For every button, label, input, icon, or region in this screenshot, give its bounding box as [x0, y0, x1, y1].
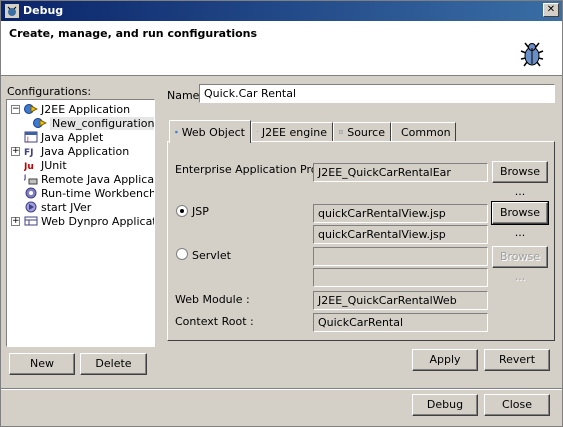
tab-label: Common: [401, 125, 451, 139]
tree-item-java-application[interactable]: + FJ Java Application: [11, 144, 129, 158]
delete-button[interactable]: Delete: [80, 353, 147, 375]
tree-item-label: JUnit: [41, 158, 67, 172]
tree-item-web-dynpro-application[interactable]: + Web Dynpro Application: [11, 214, 155, 228]
svg-text:Ju: Ju: [24, 162, 34, 171]
tab-web-object[interactable]: Web Object: [169, 120, 251, 143]
collapse-icon[interactable]: −: [11, 104, 20, 114]
web-module-label: Web Module :: [175, 293, 250, 306]
globe-icon: [175, 130, 178, 134]
applet-icon: J: [24, 131, 38, 143]
debug-dialog: Debug ✕ Create, manage, and run configur…: [0, 0, 563, 427]
debug-button[interactable]: Debug: [412, 394, 478, 416]
apply-button[interactable]: Apply: [412, 349, 478, 371]
tree-item-label: Run-time Workbench: [41, 186, 155, 200]
footer-separator: [1, 388, 562, 390]
tree-item-label: Remote Java Application: [41, 172, 155, 186]
jsp-radio[interactable]: [176, 205, 188, 217]
web-object-panel: Enterprise Application Project : J2EE_Qu…: [167, 141, 555, 341]
remote-java-icon: J: [24, 174, 38, 185]
configurations-label: Configurations:: [7, 85, 92, 98]
jsp-label[interactable]: JSP: [192, 205, 209, 218]
browse-servlet-button[interactable]: Browse ...: [492, 246, 548, 283]
tree-item-label: New_configuration: [50, 116, 155, 130]
engine-icon: [257, 131, 258, 133]
debug-bug-icon: [520, 42, 544, 67]
name-input[interactable]: Quick.Car Rental: [199, 84, 555, 103]
expand-icon[interactable]: +: [11, 146, 20, 156]
context-root-label: Context Root :: [175, 315, 254, 328]
svg-text:J: J: [26, 136, 29, 143]
servlet-field: [313, 247, 488, 266]
tree-item-junit[interactable]: Ju JUnit: [11, 158, 67, 172]
tree-item-new-configuration[interactable]: New_configuration: [33, 116, 155, 130]
enterprise-project-field: J2EE_QuickCarRentalEar: [313, 163, 488, 182]
tab-common[interactable]: Common: [391, 122, 456, 142]
tab-source[interactable]: Source: [333, 122, 391, 142]
servlet-field-secondary: [313, 268, 488, 287]
tab-j2ee-engine[interactable]: J2EE engine: [251, 122, 333, 142]
jsp-field-secondary: quickCarRentalView.jsp: [313, 225, 488, 244]
header-banner: Create, manage, and run configurations: [1, 21, 562, 76]
window-title: Debug: [23, 4, 64, 17]
j2ee-app-icon: [24, 104, 38, 114]
svg-text:FJ: FJ: [24, 148, 34, 157]
title-bar: Debug ✕: [1, 1, 562, 21]
name-label: Name:: [167, 89, 204, 102]
browse-jsp-button[interactable]: Browse ...: [491, 201, 549, 239]
tree-item-java-applet[interactable]: J Java Applet: [11, 130, 103, 144]
tree-item-label: Web Dynpro Application: [41, 214, 155, 228]
tree-item-label: Java Applet: [41, 130, 104, 144]
close-window-button[interactable]: ✕: [543, 3, 559, 17]
context-root-field: QuickCarRental: [313, 313, 488, 332]
debug-app-icon: [5, 4, 19, 18]
tab-label: Web Object: [181, 125, 245, 139]
jsp-field: quickCarRentalView.jsp: [313, 204, 488, 223]
web-dynpro-icon: [24, 216, 38, 226]
java-app-icon: FJ: [24, 148, 34, 157]
browse-enterprise-button[interactable]: Browse ...: [492, 161, 548, 198]
servlet-label[interactable]: Servlet: [192, 249, 231, 262]
tree-item-start-jver[interactable]: start JVer: [11, 200, 91, 214]
tree-item-j2ee-application[interactable]: − J2EE Application: [11, 102, 130, 116]
svg-text:J: J: [24, 174, 26, 181]
expand-icon[interactable]: +: [11, 216, 20, 226]
tree-item-run-time-workbench[interactable]: Run-time Workbench: [11, 186, 155, 200]
servlet-radio[interactable]: [176, 248, 188, 260]
web-module-field: J2EE_QuickCarRentalWeb: [313, 291, 488, 310]
tree-item-label: J2EE Application: [41, 102, 131, 116]
source-icon: [339, 130, 343, 134]
workbench-icon: [25, 187, 37, 199]
j2ee-config-icon: [33, 118, 47, 128]
header-description: Create, manage, and run configurations: [9, 27, 258, 40]
tab-label: Source: [347, 125, 385, 139]
start-jver-icon: [25, 201, 37, 213]
close-button[interactable]: Close: [484, 394, 550, 416]
new-button[interactable]: New: [9, 353, 75, 375]
tree-item-remote-java-application[interactable]: J Remote Java Application: [11, 172, 155, 186]
revert-button[interactable]: Revert: [484, 349, 550, 371]
tab-label: J2EE engine: [261, 125, 327, 139]
configurations-tree[interactable]: − J2EE Application New_configuration J J…: [6, 99, 155, 347]
junit-icon: Ju: [24, 162, 34, 171]
tree-item-label: Java Application: [41, 144, 130, 158]
tree-item-label: start JVer: [41, 200, 92, 214]
